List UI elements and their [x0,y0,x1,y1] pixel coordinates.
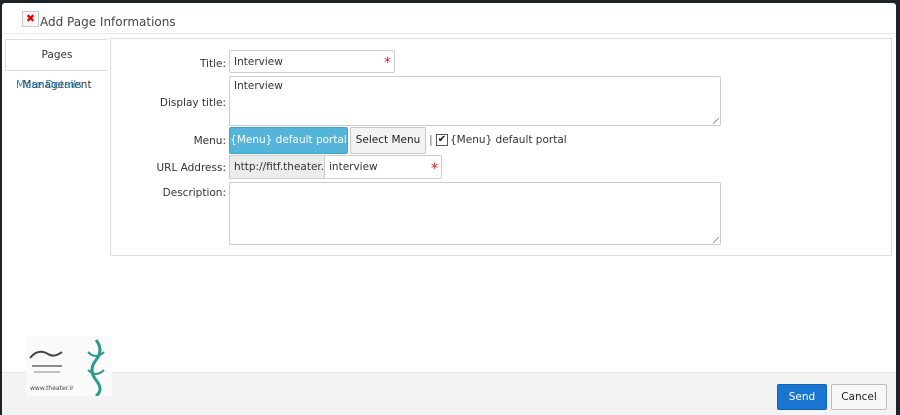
url-input[interactable] [324,155,442,179]
url-prefix: http://fitf.theater.ir/ [229,155,335,179]
tab-pages-management[interactable]: Pages Management [5,39,108,91]
title-divider [2,33,896,34]
cancel-button[interactable]: Cancel [831,384,887,410]
resize-grip-icon[interactable] [713,237,719,243]
resize-grip-icon[interactable] [713,118,719,124]
dialog-titlebar: ✖ Add Page Informations [2,3,896,33]
title-label: Title: [199,58,226,70]
dialog-title: Add Page Informations [40,15,176,29]
menu-checkbox-label: {Menu} default portal [450,134,567,146]
display-title-label: Display title: [159,97,226,109]
theater-logo-watermark: www.theater.ir [26,336,112,398]
menu-portal-button[interactable]: {Menu} default portal [229,127,348,154]
menu-separator: | [429,133,433,146]
menu-label: Menu: [193,135,226,147]
display-title-textarea[interactable]: Interview [229,76,721,126]
logo-url-text: www.theater.ir [30,385,74,392]
tab-more-details[interactable]: More Details [16,79,82,91]
form-panel: Title: * Display title: Interview Menu: … [110,38,892,256]
menu-checkbox[interactable]: ✔ [436,134,448,146]
add-page-dialog: ✖ Add Page Informations Pages Management… [2,3,896,415]
select-menu-button[interactable]: Select Menu [350,127,426,154]
close-icon[interactable]: ✖ [22,11,39,27]
url-required-mark: * [431,161,438,177]
display-title-wrap: Interview [229,76,721,126]
send-button[interactable]: Send [777,384,827,410]
title-input[interactable] [229,50,395,73]
title-required-mark: * [384,55,391,71]
description-wrap [229,182,721,245]
dialog-footer [2,372,896,415]
url-label: URL Address: [156,162,226,174]
description-label: Description: [162,187,226,199]
description-textarea[interactable] [229,182,721,245]
